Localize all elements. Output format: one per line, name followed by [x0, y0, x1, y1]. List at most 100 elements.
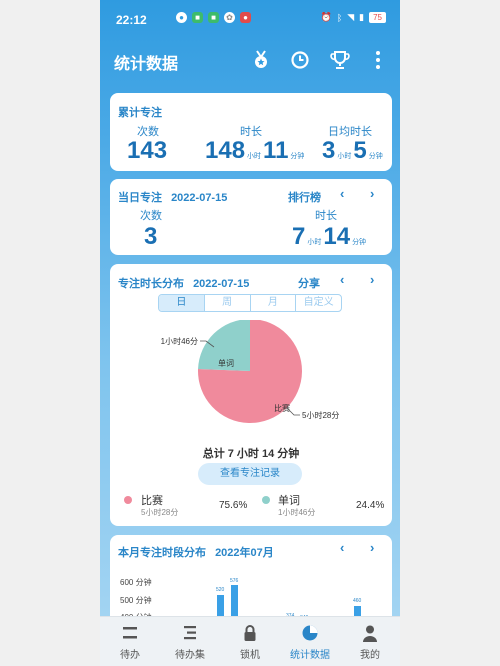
pie-callout-label-2: 1小时46分 — [161, 336, 198, 346]
legend-percent-words: 24.4% — [356, 500, 385, 511]
today-count-value: 3 — [144, 223, 158, 250]
distribution-date: 2022-07-15 — [193, 278, 250, 290]
daily-avg-value: 3 小时5 分钟 — [322, 137, 385, 165]
legend-name-words: 单词 — [278, 495, 300, 507]
chat-icon: ● — [176, 12, 187, 23]
total-duration: 总计 7 小时 14 分钟 — [202, 448, 300, 460]
signal-icon: ▮ — [359, 12, 365, 22]
pie-callout-label-1: 5小时28分 — [302, 410, 339, 420]
pie-slice-label-1: 比赛 — [274, 403, 290, 413]
range-tabs: 日 周 月 自定义 — [158, 294, 342, 312]
prev-date-arrow[interactable]: ‹ — [340, 272, 344, 287]
nav-lock[interactable]: 锁机 — [220, 617, 280, 666]
distribution-card: 专注时长分布 2022-07-15 分享 ‹ › 日 周 月 自定义 比赛 单词 5… — [110, 264, 392, 526]
phone-screen: 22:12 ● ■ ■ ✿ ● ⏰ ᛒ ◥ ▮ 75 统计数据 累计专注 次数 … — [100, 0, 400, 666]
todo-set-icon — [184, 626, 196, 640]
today-hours: 7 — [292, 223, 306, 250]
duration-value: 148 小时11 分钟 — [205, 137, 306, 165]
notification-icons: ● ■ ■ ✿ ● — [176, 12, 251, 23]
tab-week[interactable]: 周 — [205, 295, 251, 311]
share-link[interactable]: 分享 — [298, 275, 320, 291]
bar-label-2: 576 — [230, 578, 239, 584]
duration-hours: 148 — [205, 137, 246, 164]
app-icon-2: ■ — [208, 12, 219, 23]
today-title-row: 当日专注 2022-07-15 — [118, 189, 227, 205]
bottom-nav: 待办 待办集 锁机 统计数据 我的 — [100, 616, 400, 666]
legend-dot-contest — [124, 496, 132, 504]
legend-duration-words: 1小时46分 — [278, 508, 316, 517]
status-time: 22:12 — [116, 13, 147, 27]
pie-chart: 比赛 单词 5小时28分 1小时46分 — [161, 320, 339, 423]
today-duration-label: 时长 — [315, 210, 337, 222]
tab-day[interactable]: 日 — [159, 295, 205, 311]
app-icon-3: ● — [240, 12, 251, 23]
today-card: 当日专注 2022-07-15 排行榜 ‹ › 次数 3 时长 7 小时14 分钟 — [110, 179, 392, 255]
next-date-arrow[interactable]: › — [370, 272, 374, 287]
prev-month-arrow[interactable]: ‹ — [340, 540, 344, 555]
avg-hours-unit: 小时 — [337, 153, 352, 160]
today-duration-value: 7 小时14 分钟 — [292, 223, 368, 251]
trophy-icon[interactable] — [329, 49, 351, 71]
nav-todo-label: 待办 — [120, 650, 140, 661]
bar-label-1: 520 — [216, 587, 225, 593]
tab-month[interactable]: 月 — [251, 295, 297, 311]
wifi-icon: ◥ — [347, 12, 355, 22]
tab-custom[interactable]: 自定义 — [296, 295, 341, 311]
monthly-title: 本月专注时段分布 — [118, 547, 206, 559]
legend-dot-words — [262, 496, 270, 504]
ranking-link[interactable]: 排行榜 — [288, 189, 321, 205]
today-date: 2022-07-15 — [171, 192, 228, 204]
nav-lock-label: 锁机 — [240, 650, 260, 661]
today-count-label: 次数 — [140, 210, 162, 222]
duration-minutes: 11 — [263, 137, 289, 164]
alarm-icon: ⏰ — [320, 12, 332, 22]
battery-icon: 75 — [369, 12, 386, 23]
y-tick-500: 500 分钟 — [120, 596, 152, 605]
medal-icon[interactable] — [250, 49, 272, 71]
count-value: 143 — [127, 137, 168, 164]
distribution-title: 专注时长分布 — [118, 278, 184, 290]
clock-icon[interactable] — [289, 49, 311, 71]
today-hours-unit: 小时 — [307, 239, 322, 246]
app-icon: ■ — [192, 12, 203, 23]
cumulative-title: 累计专注 — [118, 107, 162, 119]
nav-statistics-label: 统计数据 — [290, 650, 330, 661]
cumulative-card: 累计专注 次数 143 时长 148 小时11 分钟 日均时长 3 小时5 分钟 — [110, 93, 392, 171]
legend-name-contest: 比赛 — [141, 495, 163, 507]
bluetooth-icon: ᛒ — [336, 12, 343, 23]
more-menu-icon[interactable] — [367, 49, 389, 71]
y-tick-600: 600 分钟 — [120, 578, 152, 587]
nav-profile-label: 我的 — [360, 650, 380, 661]
app-header: 统计数据 — [100, 38, 400, 82]
system-icons: ⏰ ᛒ ◥ ▮ 75 — [321, 12, 386, 23]
nav-statistics[interactable]: 统计数据 — [280, 617, 340, 666]
nav-profile[interactable]: 我的 — [340, 617, 400, 666]
today-minutes-unit: 分钟 — [352, 239, 367, 246]
avg-hours: 3 — [322, 137, 336, 164]
minutes-unit: 分钟 — [290, 153, 305, 160]
statistics-icon — [302, 625, 318, 641]
page-title: 统计数据 — [114, 56, 179, 73]
today-title: 当日专注 — [118, 192, 162, 204]
pie-slice-label-2: 单词 — [218, 358, 234, 368]
bar-label-5: 460 — [353, 598, 362, 604]
next-month-arrow[interactable]: › — [370, 540, 374, 555]
hours-unit: 小时 — [247, 153, 262, 160]
prev-day-arrow[interactable]: ‹ — [340, 186, 344, 201]
settings-icon: ✿ — [224, 12, 235, 23]
today-minutes: 14 — [323, 223, 351, 250]
avg-minutes-unit: 分钟 — [368, 153, 383, 160]
legend-percent-contest: 75.6% — [219, 500, 248, 511]
legend-duration-contest: 5小时28分 — [141, 508, 179, 517]
avg-minutes: 5 — [353, 137, 367, 164]
profile-icon — [363, 625, 377, 642]
distribution-title-row: 专注时长分布 2022-07-15 — [118, 275, 249, 291]
lock-icon — [244, 625, 256, 641]
nav-todo-set[interactable]: 待办集 — [160, 617, 220, 666]
next-day-arrow[interactable]: › — [370, 186, 374, 201]
nav-todo[interactable]: 待办 — [100, 617, 160, 666]
view-records-button[interactable]: 查看专注记录 — [198, 463, 302, 485]
monthly-title-row: 本月专注时段分布 2022年07月 — [118, 544, 274, 560]
nav-todo-set-label: 待办集 — [175, 650, 205, 661]
monthly-date: 2022年07月 — [215, 547, 274, 559]
